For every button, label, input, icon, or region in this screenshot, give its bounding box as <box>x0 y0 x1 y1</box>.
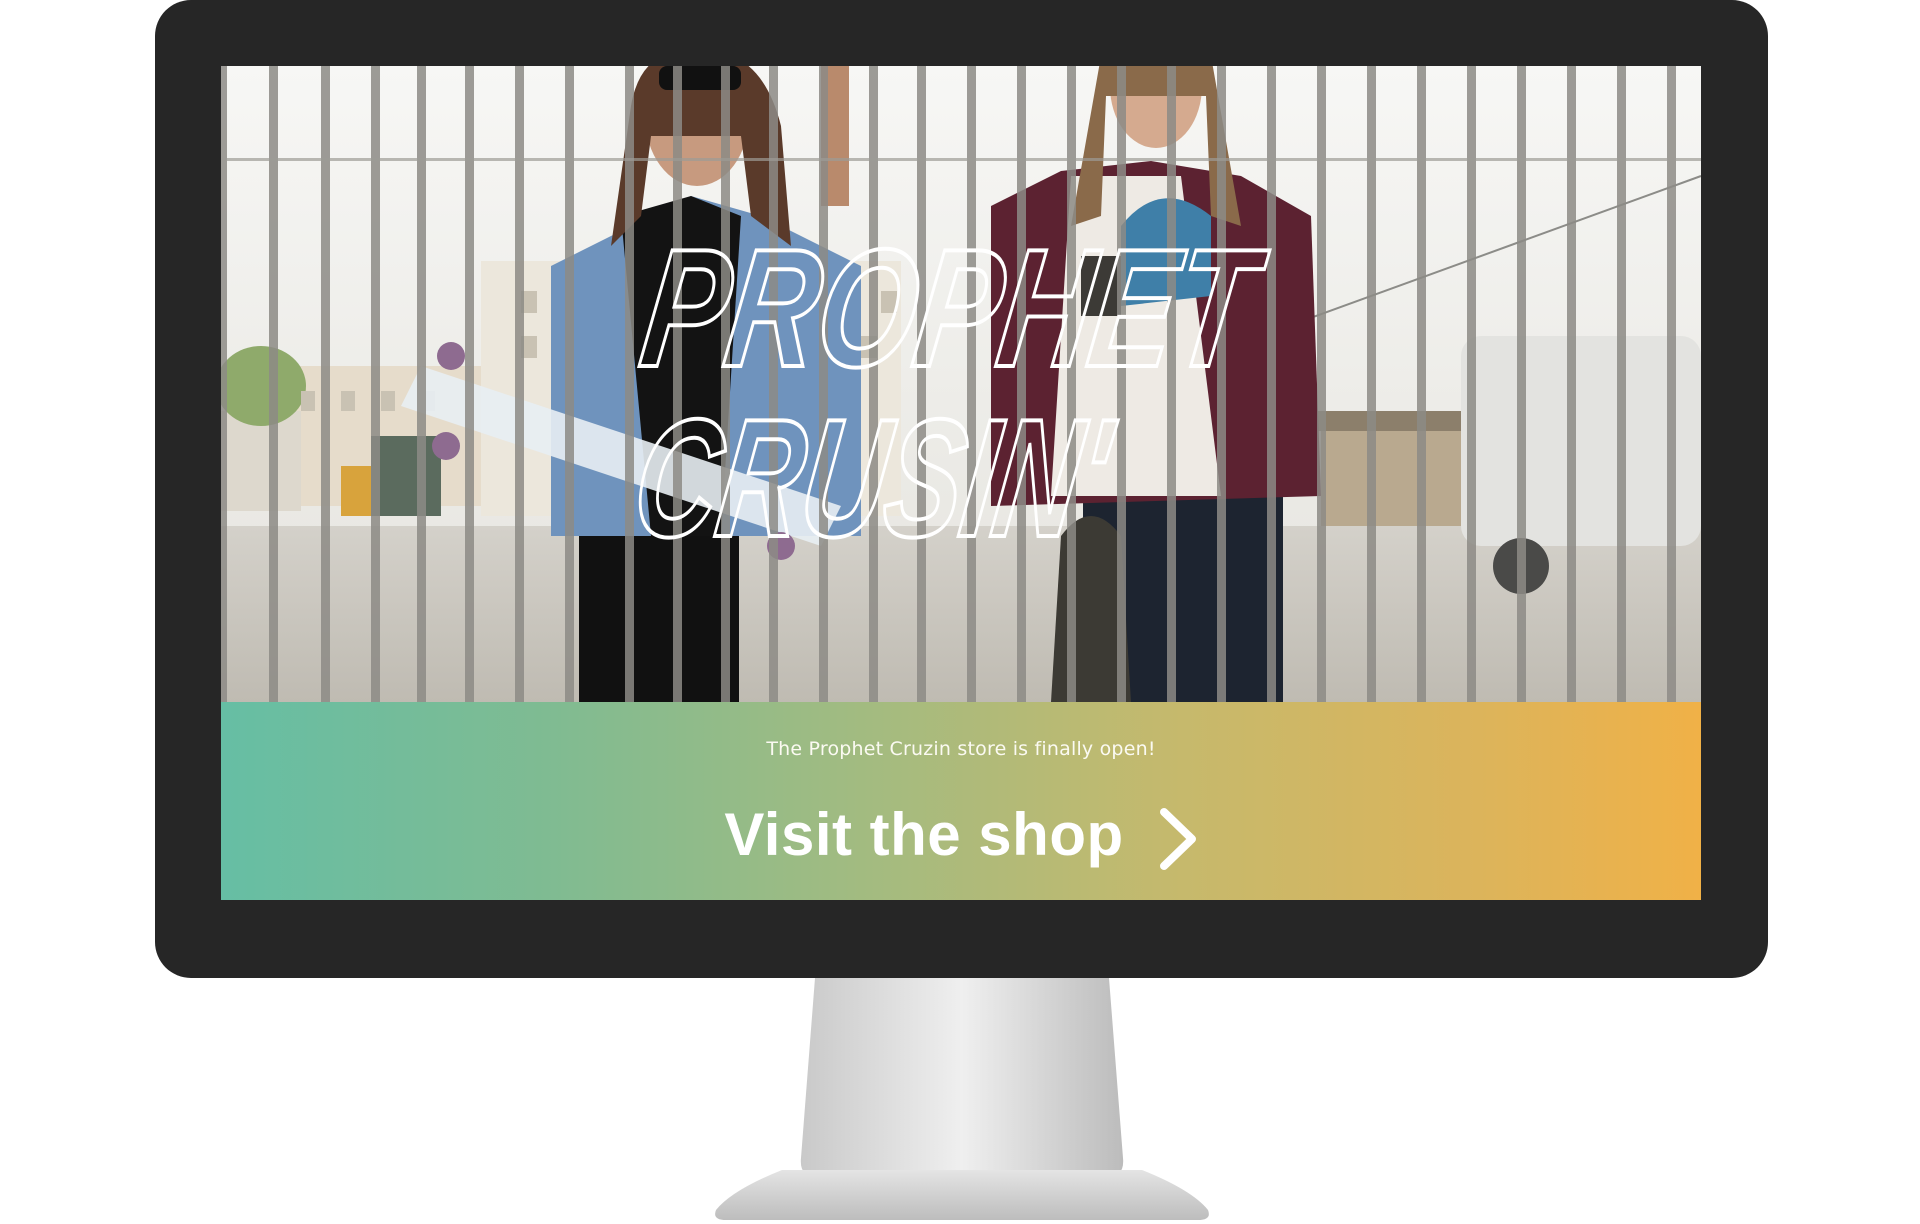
hero-illustration: PROPHET CRUSIN' <box>221 66 1701 702</box>
monitor-stand-base <box>715 1170 1209 1220</box>
monitor-screen: PROPHET CRUSIN' The Prophet Cruzin store… <box>221 66 1701 900</box>
monitor-stand-neck <box>800 978 1124 1178</box>
chevron-right-icon <box>1159 808 1196 870</box>
banner-subtitle: The Prophet Cruzin store is finally open… <box>766 738 1156 760</box>
logo-line-1: PROPHET <box>632 214 1275 402</box>
visit-shop-link[interactable]: Visit the shop <box>221 794 1701 874</box>
hero-photo: PROPHET CRUSIN' <box>221 66 1701 702</box>
desktop-mockup: PROPHET CRUSIN' The Prophet Cruzin store… <box>0 0 1920 1224</box>
visit-shop-label: Visit the shop <box>724 800 1124 868</box>
logo-line-2: CRUSIN' <box>624 384 1124 572</box>
store-banner: The Prophet Cruzin store is finally open… <box>221 702 1701 900</box>
